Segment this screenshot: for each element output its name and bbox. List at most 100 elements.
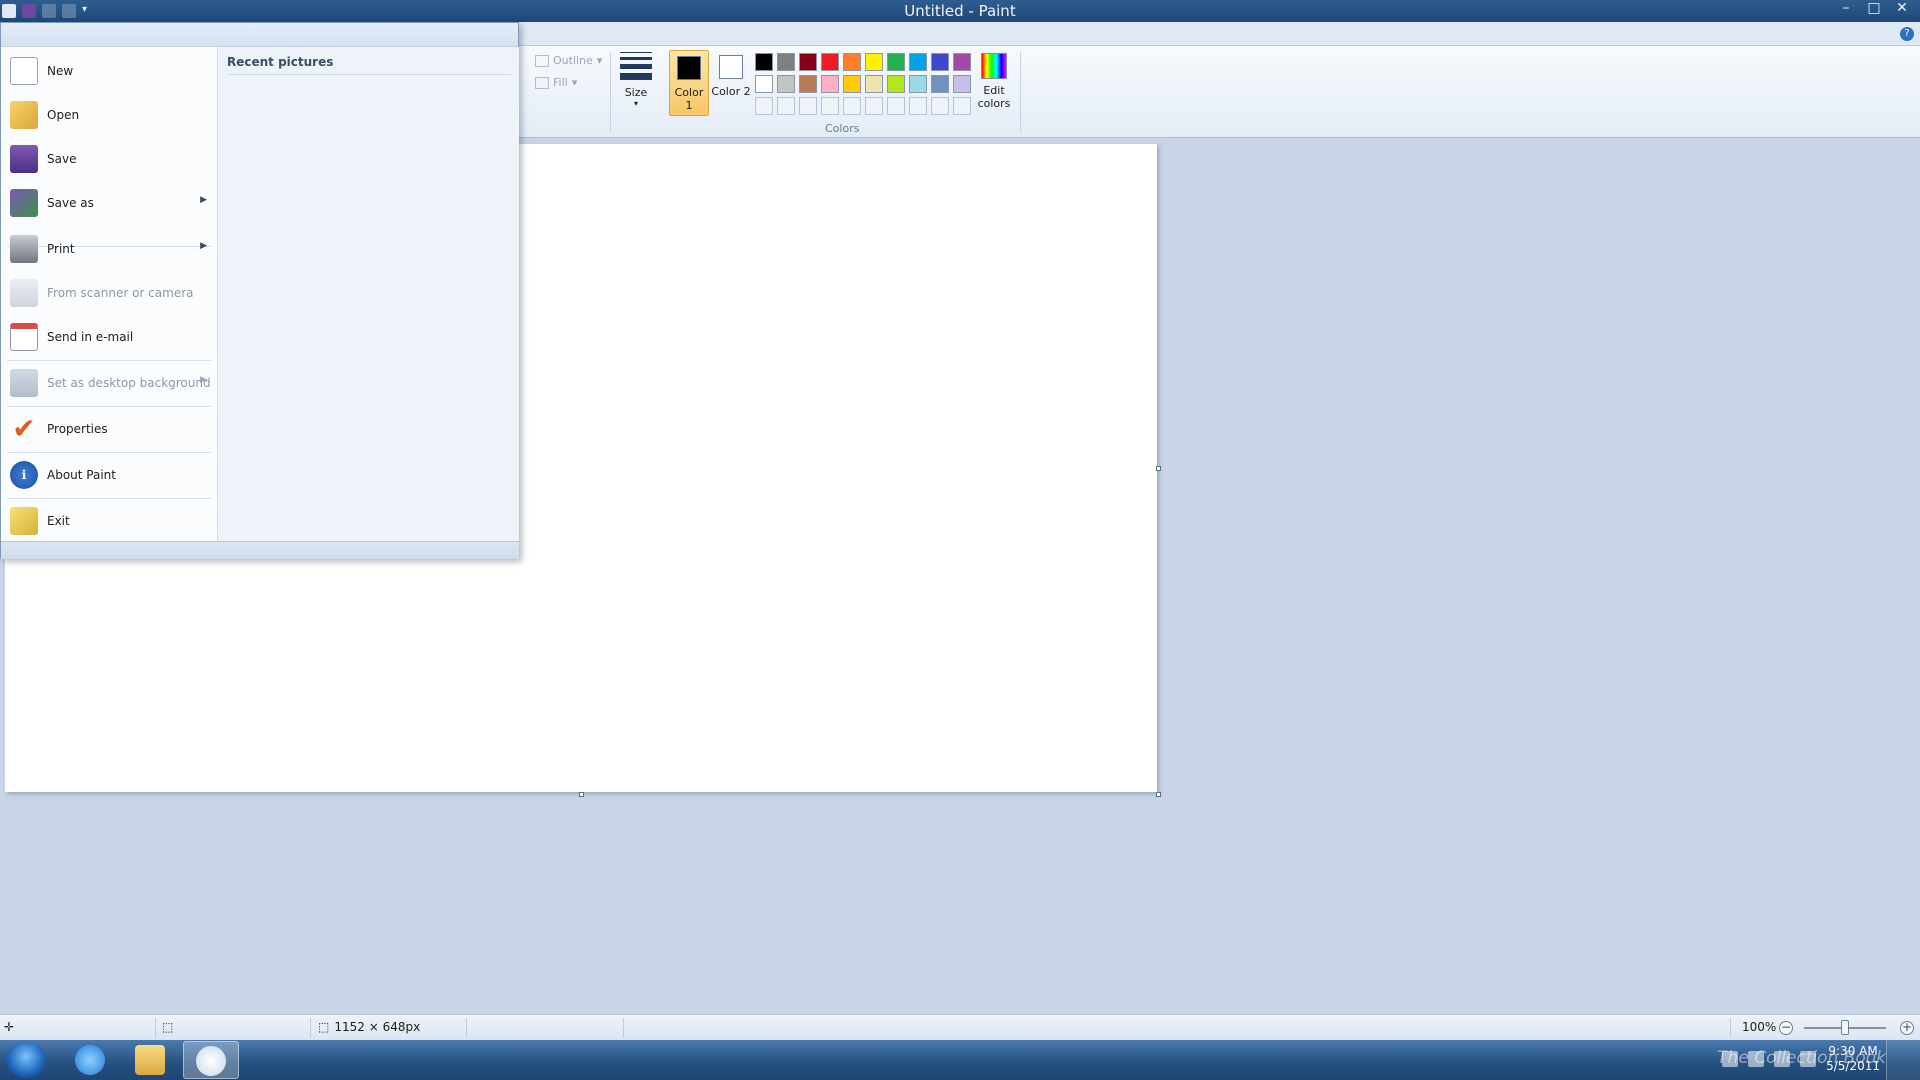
action-center-flag-icon[interactable] bbox=[1748, 1051, 1765, 1067]
menu-item-label: From scanner or camera bbox=[47, 286, 194, 300]
ribbon-separator bbox=[1020, 52, 1021, 132]
palette-color-swatch[interactable] bbox=[821, 53, 839, 71]
edit-colors-label: Edit colors bbox=[977, 84, 1011, 110]
menu-item-new[interactable]: New bbox=[1, 49, 217, 93]
color1-button[interactable]: Color 1 bbox=[669, 50, 709, 116]
palette-custom-slot[interactable] bbox=[799, 97, 817, 115]
taskbar-internet-explorer[interactable] bbox=[62, 1041, 118, 1079]
palette-custom-slot[interactable] bbox=[887, 97, 905, 115]
palette-custom-slot[interactable] bbox=[865, 97, 883, 115]
application-menu-header bbox=[1, 23, 518, 47]
menu-item-properties[interactable]: ✔ Properties bbox=[1, 407, 217, 451]
outline-dropdown[interactable]: Outline ▾ bbox=[535, 54, 602, 67]
taskbar-paint[interactable] bbox=[183, 1041, 239, 1079]
resize-handle-bottom[interactable] bbox=[579, 792, 584, 797]
menu-item-save-as[interactable]: Save as ▶ bbox=[1, 181, 217, 225]
colors-group-label: Colors bbox=[825, 122, 860, 135]
menu-item-label: Exit bbox=[47, 514, 70, 528]
minimize-button[interactable]: – bbox=[1834, 0, 1858, 18]
palette-color-swatch[interactable] bbox=[777, 75, 795, 93]
title-bar: ▾ Untitled - Paint – □ ✕ bbox=[0, 0, 1920, 22]
scanner-icon bbox=[10, 279, 38, 307]
palette-custom-slot[interactable] bbox=[821, 97, 839, 115]
maximize-button[interactable]: □ bbox=[1862, 0, 1886, 18]
menu-item-print[interactable]: Print ▶ bbox=[1, 227, 217, 271]
help-icon[interactable]: ? bbox=[1900, 27, 1914, 41]
color-palette bbox=[755, 53, 971, 115]
palette-color-swatch[interactable] bbox=[953, 53, 971, 71]
submenu-arrow-icon: ▶ bbox=[200, 375, 207, 385]
palette-color-swatch[interactable] bbox=[909, 75, 927, 93]
window-title: Untitled - Paint bbox=[904, 2, 1016, 20]
zoom-out-button[interactable]: − bbox=[1779, 1021, 1793, 1035]
clock[interactable]: 9:30 AM 5/5/2011 bbox=[1826, 1044, 1880, 1074]
palette-color-swatch[interactable] bbox=[909, 53, 927, 71]
zoom-slider-thumb[interactable] bbox=[1841, 1020, 1849, 1035]
palette-color-swatch[interactable] bbox=[865, 53, 883, 71]
zoom-level: 100% bbox=[1742, 1020, 1777, 1034]
recent-pictures-panel: Recent pictures bbox=[219, 47, 519, 541]
palette-custom-slot[interactable] bbox=[843, 97, 861, 115]
network-icon[interactable] bbox=[1774, 1051, 1791, 1067]
start-button[interactable] bbox=[6, 1042, 46, 1078]
palette-color-swatch[interactable] bbox=[755, 75, 773, 93]
resize-handle-right[interactable] bbox=[1156, 466, 1161, 471]
outline-label: Outline bbox=[553, 54, 593, 67]
recent-pictures-heading: Recent pictures bbox=[227, 55, 511, 75]
taskbar: The Collection Book 9:30 AM 5/5/2011 bbox=[0, 1040, 1920, 1080]
palette-color-swatch[interactable] bbox=[799, 53, 817, 71]
fill-dropdown[interactable]: Fill ▾ bbox=[535, 76, 577, 89]
folder-icon bbox=[135, 1045, 165, 1075]
status-separator bbox=[623, 1018, 624, 1038]
close-button[interactable]: ✕ bbox=[1890, 0, 1914, 18]
color2-button[interactable]: Color 2 bbox=[711, 50, 751, 116]
menu-item-label: New bbox=[47, 64, 74, 78]
keyboard-icon[interactable] bbox=[1722, 1051, 1739, 1067]
application-menu-footer bbox=[1, 541, 519, 559]
canvas-size-indicator: ⬚ 1152 × 648px bbox=[318, 1020, 420, 1034]
palette-color-swatch[interactable] bbox=[887, 75, 905, 93]
menu-item-about-paint[interactable]: i About Paint bbox=[1, 453, 217, 497]
palette-color-swatch[interactable] bbox=[931, 53, 949, 71]
zoom-in-button[interactable]: + bbox=[1900, 1021, 1914, 1035]
ribbon-separator bbox=[610, 52, 611, 132]
palette-color-swatch[interactable] bbox=[821, 75, 839, 93]
size-button[interactable]: Size ▾ bbox=[616, 50, 656, 116]
palette-color-swatch[interactable] bbox=[799, 75, 817, 93]
color1-swatch bbox=[677, 56, 701, 80]
palette-color-swatch[interactable] bbox=[953, 75, 971, 93]
taskbar-windows-explorer[interactable] bbox=[122, 1041, 178, 1079]
clock-date: 5/5/2011 bbox=[1826, 1059, 1880, 1073]
open-folder-icon bbox=[10, 101, 38, 129]
show-desktop-button[interactable] bbox=[1886, 1040, 1920, 1080]
status-separator bbox=[466, 1018, 467, 1038]
printer-icon bbox=[10, 235, 38, 263]
palette-color-swatch[interactable] bbox=[843, 53, 861, 71]
palette-custom-slot[interactable] bbox=[931, 97, 949, 115]
volume-icon[interactable] bbox=[1800, 1051, 1817, 1067]
palette-color-swatch[interactable] bbox=[931, 75, 949, 93]
paint-icon bbox=[196, 1046, 226, 1076]
email-icon bbox=[10, 323, 38, 351]
menu-item-label: Save as bbox=[47, 196, 94, 210]
palette-color-swatch[interactable] bbox=[887, 53, 905, 71]
palette-color-swatch[interactable] bbox=[843, 75, 861, 93]
palette-color-swatch[interactable] bbox=[865, 75, 883, 93]
palette-color-swatch[interactable] bbox=[777, 53, 795, 71]
edit-colors-icon bbox=[981, 53, 1007, 79]
menu-item-label: Send in e-mail bbox=[47, 330, 134, 344]
palette-custom-slot[interactable] bbox=[777, 97, 795, 115]
menu-item-save[interactable]: Save bbox=[1, 137, 217, 181]
palette-custom-slot[interactable] bbox=[953, 97, 971, 115]
save-as-icon bbox=[10, 189, 38, 217]
palette-custom-slot[interactable] bbox=[755, 97, 773, 115]
palette-custom-slot[interactable] bbox=[909, 97, 927, 115]
menu-item-open[interactable]: Open bbox=[1, 93, 217, 137]
resize-handle-corner[interactable] bbox=[1156, 792, 1161, 797]
palette-color-swatch[interactable] bbox=[755, 53, 773, 71]
edit-colors-button[interactable]: Edit colors bbox=[974, 50, 1014, 116]
status-separator bbox=[1730, 1018, 1731, 1038]
menu-item-send-email[interactable]: Send in e-mail bbox=[1, 315, 217, 359]
menu-item-exit[interactable]: Exit bbox=[1, 499, 217, 543]
menu-item-label: About Paint bbox=[47, 468, 116, 482]
